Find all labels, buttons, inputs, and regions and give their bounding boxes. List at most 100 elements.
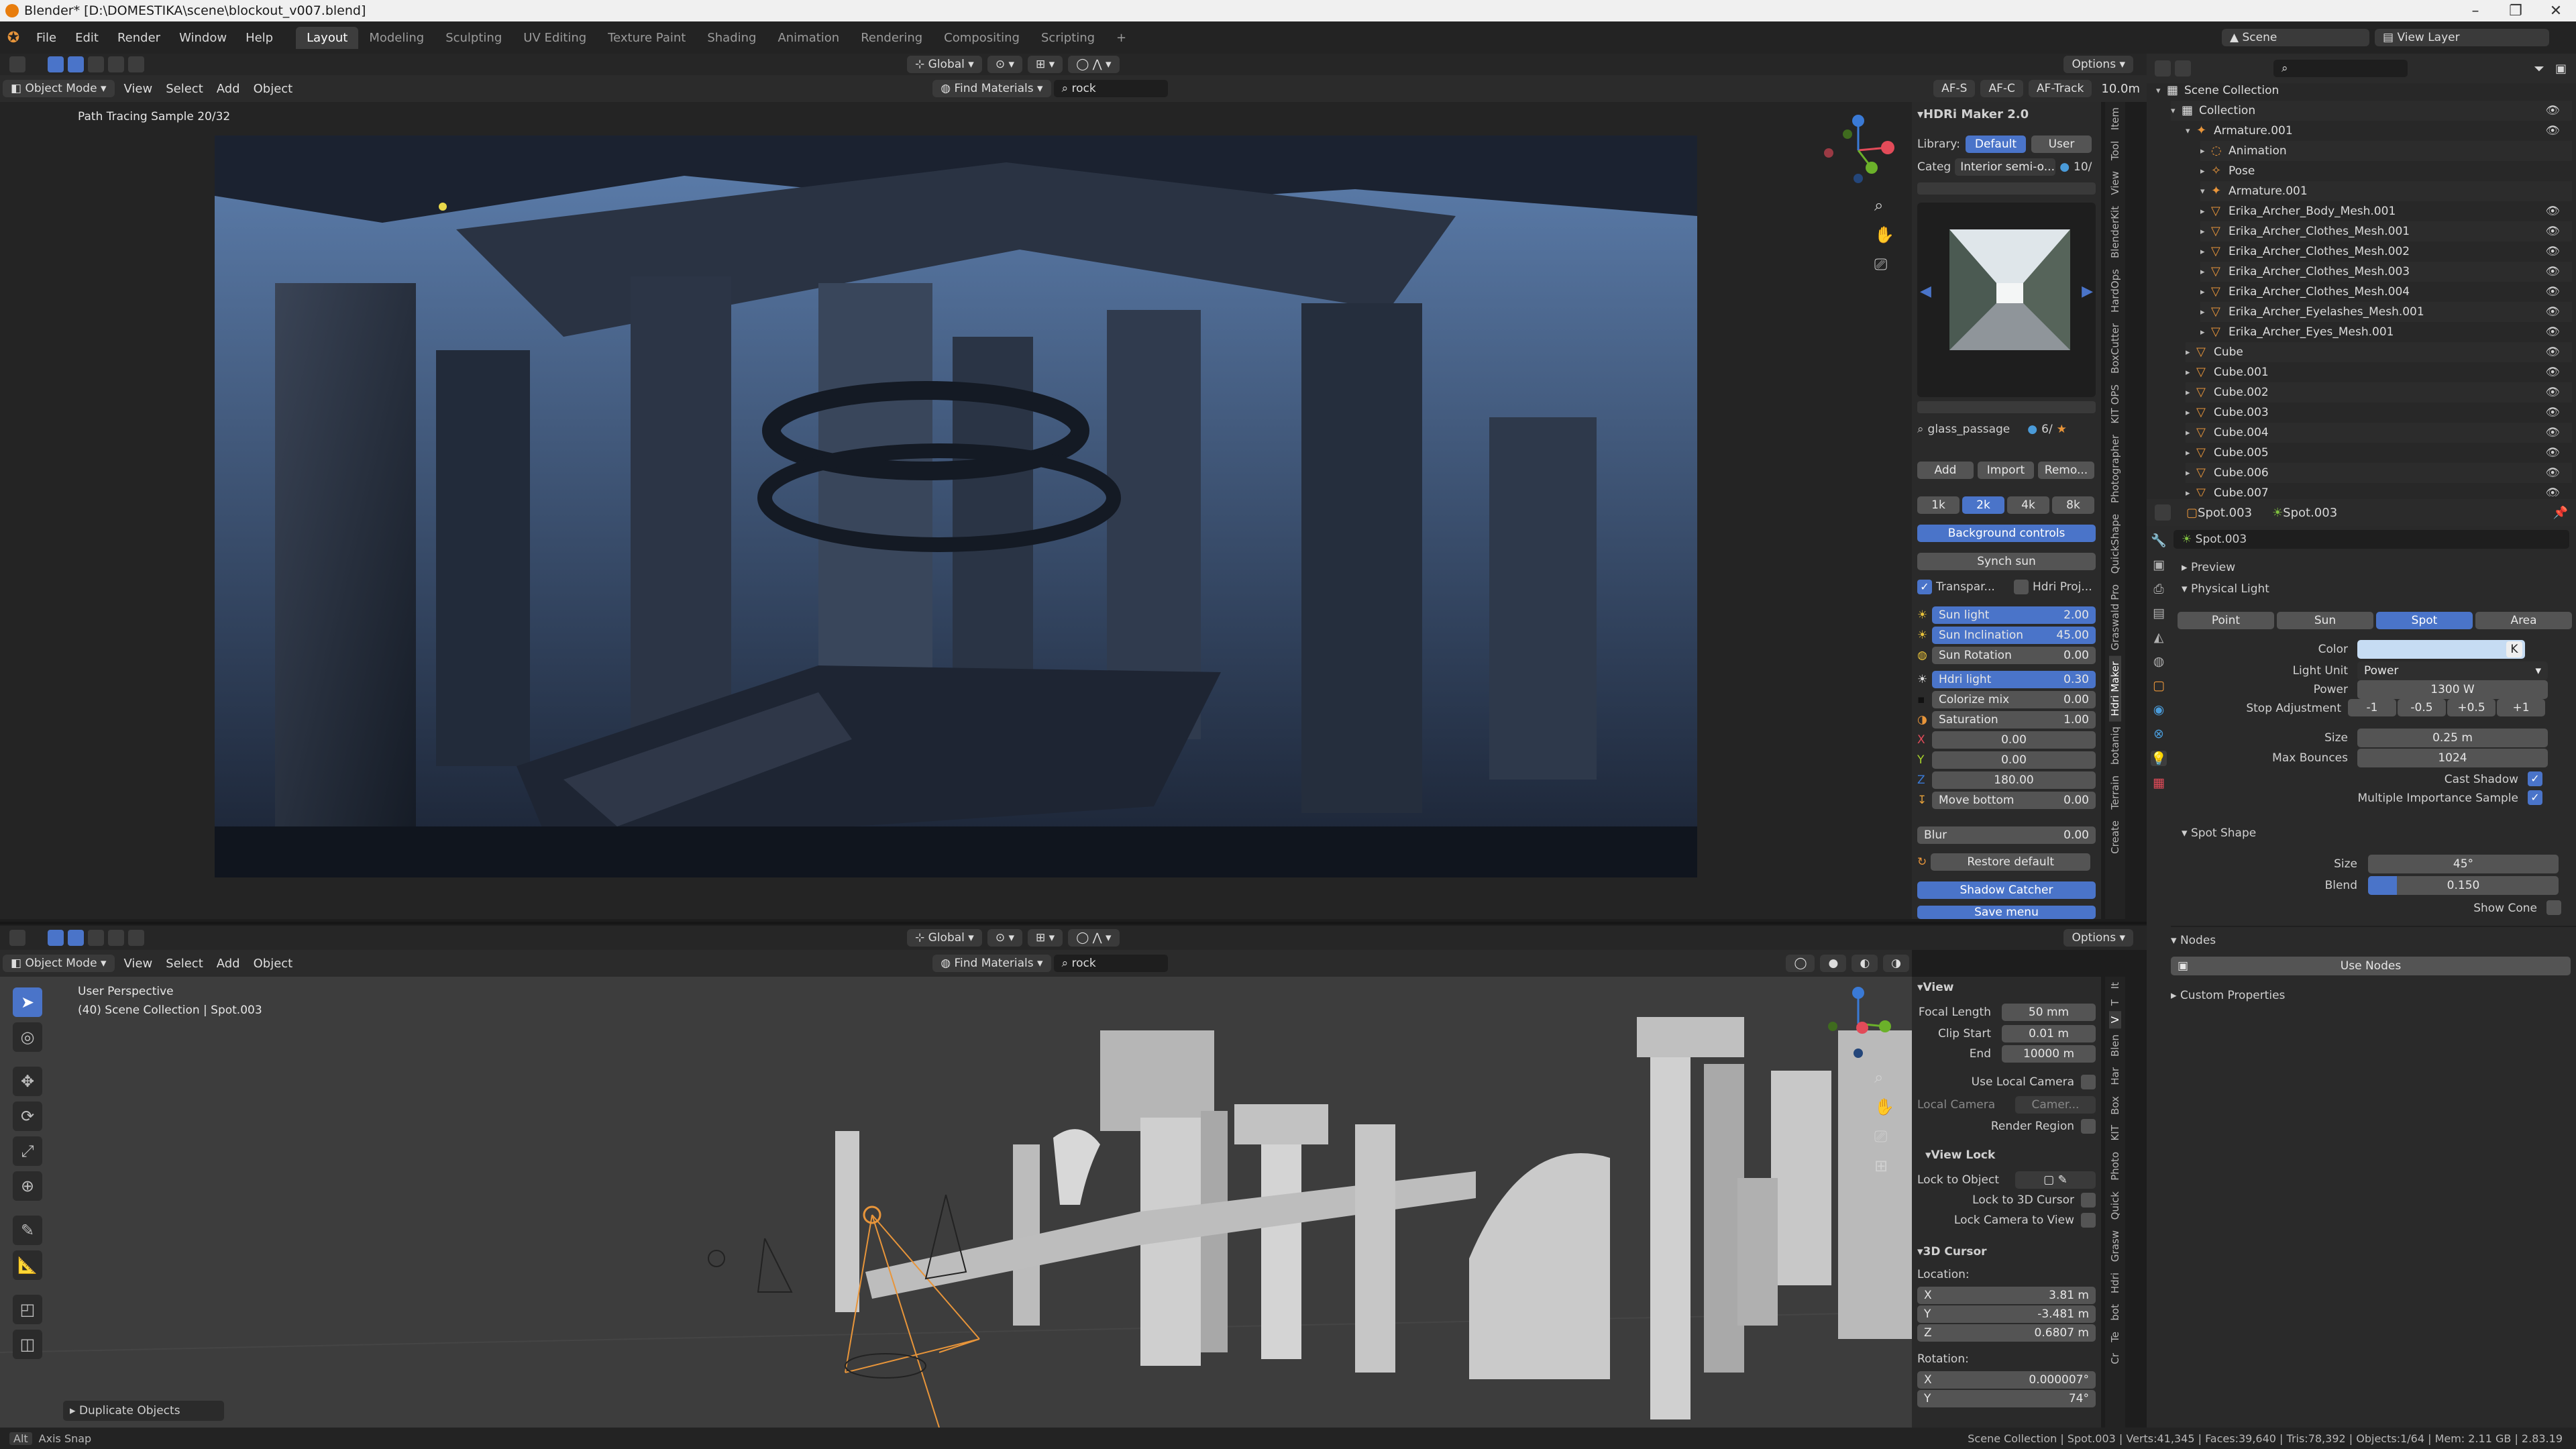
sidebar-tab[interactable]: Item [2109,102,2121,136]
sidebar-tab[interactable]: Blen [2109,1029,2121,1062]
minimize-button[interactable]: – [2455,3,2496,19]
lock-3d-cursor-checkbox[interactable] [2081,1193,2096,1208]
expand-arrow-icon[interactable]: ▸ [2200,146,2211,156]
physics-tab-icon[interactable]: ◉ [2153,702,2165,717]
sidebar-tab[interactable]: Photo [2109,1146,2121,1186]
visibility-eye-icon[interactable]: 👁 [2545,205,2560,218]
hdri-remove-button[interactable]: Remo... [2038,462,2094,479]
af-track-button[interactable]: AF-Track [2028,80,2092,97]
transparent-checkbox[interactable]: ✓ [1917,580,1932,594]
mode-dropdown[interactable]: ◧ Object Mode ▾ [3,80,115,97]
blur-field[interactable]: Blur 0.00 [1917,826,2096,844]
cursor-x-field[interactable]: X 3.81 m [1917,1287,2096,1304]
mis-checkbox[interactable]: ✓ [2528,790,2542,805]
hdri-field[interactable]: Saturation 1.00 [1932,711,2096,729]
select-menu[interactable]: Select [159,955,210,973]
select-mode-extend-icon[interactable] [88,56,104,72]
background-controls-button[interactable]: Background controls [1917,525,2096,542]
close-button[interactable]: ✕ [2536,3,2576,19]
size-field[interactable]: 0.25 m [2357,729,2548,747]
sidebar-tab[interactable]: BoxCutter [2109,318,2121,379]
sidebar-tab[interactable]: bot [2109,1299,2121,1326]
outliner-item[interactable]: ▾ ▦ Collection 👁 [2171,101,2572,121]
hdri-field[interactable]: Colorize mix 0.00 [1932,691,2096,708]
editor-type-icon[interactable] [2155,60,2171,76]
hdri-add-button[interactable]: Add [1917,462,1974,479]
cursor-tool-icon[interactable]: ◎ [13,1022,42,1052]
preview-next-arrow[interactable]: ▶ [2082,283,2093,300]
outliner-item[interactable]: ▸ ◌ Animation [2200,141,2572,161]
sidebar-tab[interactable]: Graswald Pro [2109,579,2121,656]
focal-length-field[interactable]: 50 mm [2002,1004,2096,1021]
hdri-field[interactable]: Sun light 2.00 [1932,606,2096,624]
menu-render[interactable]: Render [108,31,170,45]
sidebar-tab[interactable]: Grasw [2109,1225,2121,1267]
shadow-catcher-button[interactable]: Shadow Catcher [1917,881,2096,899]
af-c-button[interactable]: AF-C [1980,80,2023,97]
tab-rendering[interactable]: Rendering [850,27,933,49]
add-menu[interactable]: Add [210,955,247,973]
spot-size-field[interactable]: 45° [2368,855,2559,873]
boxcutter-tool-icon[interactable]: ◫ [13,1330,42,1359]
light-type-sun[interactable]: Sun [2277,612,2373,629]
outliner-item[interactable]: ▸ ▽ Erika_Archer_Clothes_Mesh.001 👁 [2200,221,2572,241]
category-dropdown[interactable]: Interior semi-o... [1955,158,2056,176]
expand-arrow-icon[interactable]: ▸ [2186,448,2196,458]
expand-arrow-icon[interactable]: ▸ [2200,247,2211,257]
preview-scroll-down[interactable] [1917,401,2096,413]
show-cone-checkbox[interactable] [2546,900,2561,915]
expand-arrow-icon[interactable]: ▾ [2171,106,2182,116]
hdri-field[interactable]: 0.00 [1932,731,2096,749]
tab-compositing[interactable]: Compositing [933,27,1030,49]
outliner-item[interactable]: ▸ ▽ Erika_Archer_Eyes_Mesh.001 👁 [2200,322,2572,342]
sidebar-tab[interactable]: Hdri Maker [2109,655,2121,722]
select-mode-subtract-icon[interactable] [108,930,124,946]
viewport-shading-rendered[interactable]: ◑ [1883,955,1909,972]
outliner-item[interactable]: ▸ ▽ Cube.002 👁 [2186,382,2572,402]
outliner-item[interactable]: ▾ ✦ Armature.001 [2200,181,2572,201]
expand-arrow-icon[interactable]: ▸ [2186,488,2196,497]
mode-dropdown[interactable]: ◧ Object Mode ▾ [3,955,115,972]
expand-arrow-icon[interactable]: ▸ [2200,327,2211,337]
scene-tab-icon[interactable]: ◭ [2154,630,2164,645]
expand-arrow-icon[interactable]: ▸ [2200,227,2211,237]
object-menu[interactable]: Object [247,955,300,973]
select-menu[interactable]: Select [159,80,210,98]
hdri-preview-box[interactable]: ◀ ▶ [1917,203,2096,397]
menu-file[interactable]: File [27,31,66,45]
pin-icon[interactable]: 📌 [2553,506,2568,520]
custom-properties-section[interactable]: ▸ Custom Properties [2171,989,2285,1002]
light-type-point[interactable]: Point [2178,612,2274,629]
hdri-field[interactable]: Move bottom 0.00 [1932,792,2096,809]
material-search-field[interactable]: ⌕ rock [1053,955,1168,972]
expand-arrow-icon[interactable]: ▸ [2200,287,2211,297]
cursor-rot-x-field[interactable]: X 0.000007° [1917,1371,2096,1389]
top-navigation-gizmo[interactable] [1818,110,1898,191]
cursor-y-field[interactable]: Y -3.481 m [1917,1305,2096,1323]
save-menu-button[interactable]: Save menu [1917,906,2096,919]
nodes-section[interactable]: ▾ Nodes [2171,934,2216,947]
tab-texture-paint[interactable]: Texture Paint [597,27,696,49]
bottom-navigation-gizmo[interactable] [1818,983,1898,1064]
outliner-item[interactable]: ▸ ▽ Cube 👁 [2186,342,2572,362]
visibility-eye-icon[interactable]: 👁 [2545,325,2560,339]
library-default-button[interactable]: Default [1965,136,2026,153]
snap-dropdown[interactable]: ⊞ ▾ [1028,929,1063,947]
sidebar-tab[interactable]: Te [2109,1326,2121,1348]
visibility-eye-icon[interactable]: 👁 [2545,446,2560,460]
expand-arrow-icon[interactable]: ▸ [2200,267,2211,277]
hdri-field[interactable]: 0.00 [1932,751,2096,769]
visibility-eye-icon[interactable]: 👁 [2545,406,2560,419]
clip-end-field[interactable]: 10000 m [2002,1045,2096,1063]
outliner-item[interactable]: ▸ ▽ Cube.007 👁 [2186,483,2572,496]
expand-arrow-icon[interactable]: ▸ [2200,166,2211,176]
use-local-camera-checkbox[interactable] [2081,1075,2096,1089]
pan-hand-icon[interactable]: ✋ [1874,1097,1894,1116]
sidebar-tab[interactable]: HardOps [2109,264,2121,318]
material-search-field[interactable]: ⌕ rock [1053,80,1168,97]
visibility-eye-icon[interactable]: 👁 [2545,225,2560,238]
tab-layout[interactable]: Layout [296,26,359,49]
proportional-edit-toggle[interactable]: ◯ ⋀ ▾ [1068,56,1120,73]
max-bounces-field[interactable]: 1024 [2357,749,2548,767]
tool-tab-icon[interactable]: 🔧 [2151,533,2167,548]
